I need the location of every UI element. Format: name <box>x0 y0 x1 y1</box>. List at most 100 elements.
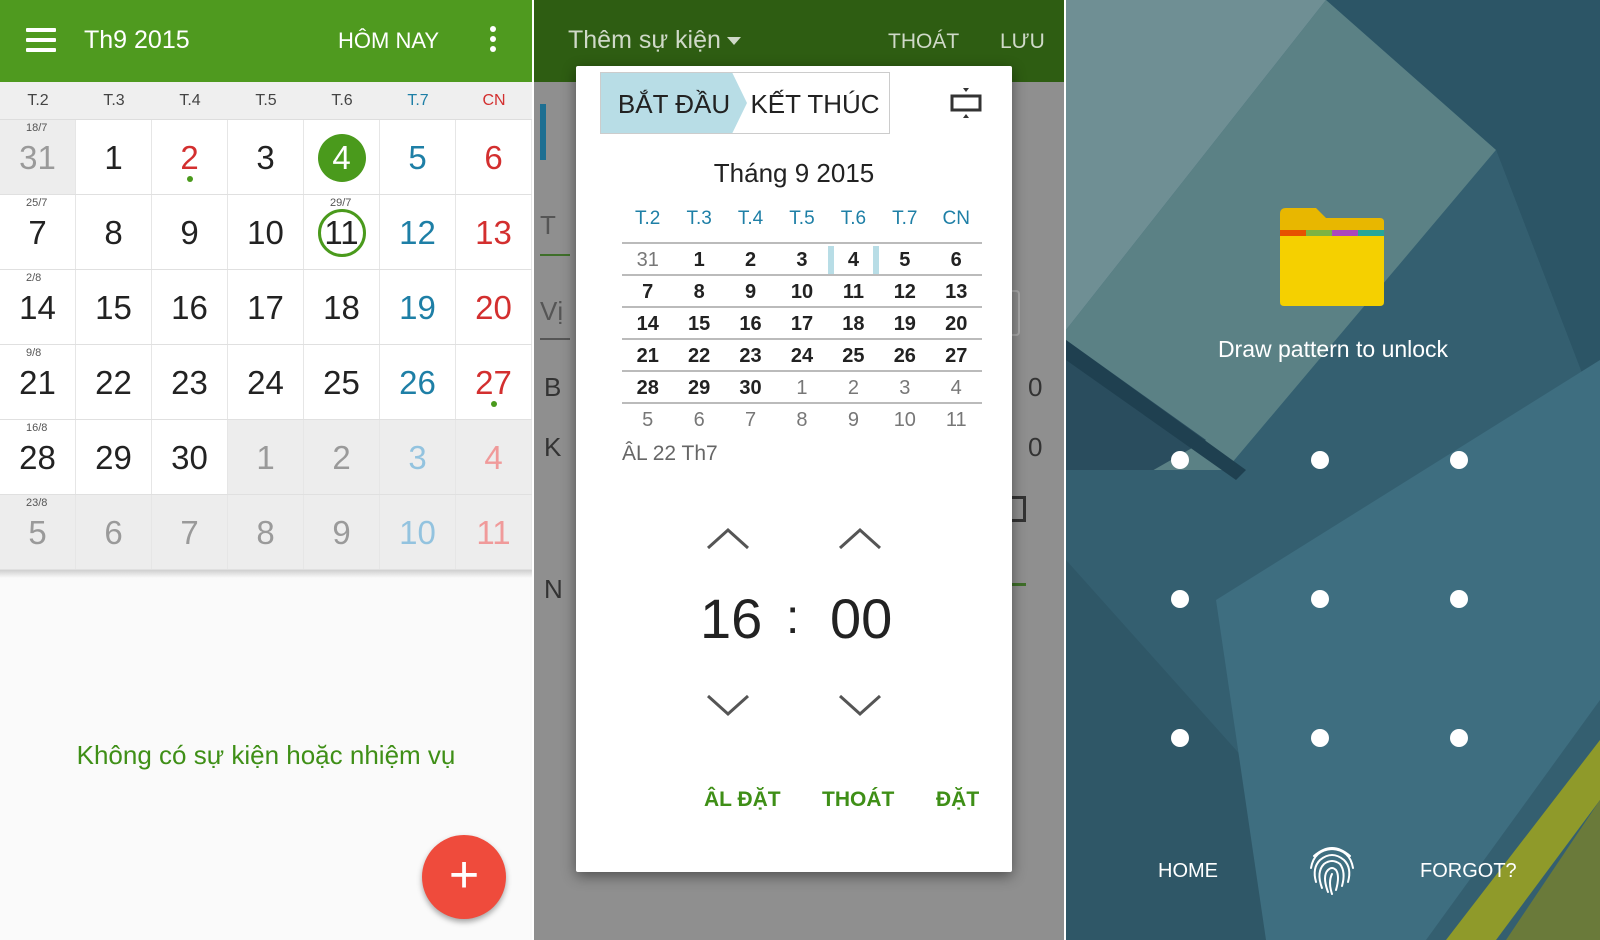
picker-day[interactable]: 22 <box>673 340 724 370</box>
day-cell[interactable]: 9 <box>152 195 228 269</box>
day-cell[interactable]: 8 <box>76 195 152 269</box>
day-cell[interactable]: 2 <box>152 120 228 194</box>
picker-day[interactable]: 21 <box>622 340 673 370</box>
day-cell[interactable]: 23 <box>152 345 228 419</box>
dialog-cancel-button[interactable]: THOÁT <box>822 788 894 812</box>
minute-up-icon[interactable] <box>838 526 882 552</box>
pattern-dot-2[interactable] <box>1311 451 1329 469</box>
picker-day[interactable]: 18 <box>828 308 879 338</box>
pattern-dot-9[interactable] <box>1450 729 1468 747</box>
hour-down-icon[interactable] <box>706 692 750 718</box>
add-event-button[interactable]: + <box>422 835 506 919</box>
event-type-dropdown[interactable]: Thêm sự kiện <box>568 26 741 55</box>
picker-day[interactable]: 3 <box>776 244 827 274</box>
day-cell[interactable]: 10 <box>228 195 304 269</box>
day-cell[interactable]: 30 <box>152 420 228 494</box>
day-cell[interactable]: 6 <box>456 120 532 194</box>
picker-day[interactable]: 11 <box>931 404 982 436</box>
pattern-dot-5[interactable] <box>1311 590 1329 608</box>
day-cell[interactable]: 15 <box>76 270 152 344</box>
day-cell[interactable]: 5 <box>380 120 456 194</box>
day-cell[interactable]: 17 <box>228 270 304 344</box>
day-cell[interactable]: 3 <box>380 420 456 494</box>
pattern-dot-7[interactable] <box>1171 729 1189 747</box>
today-button[interactable]: HÔM NAY <box>338 28 439 54</box>
more-options-icon[interactable] <box>488 26 498 56</box>
day-cell[interactable]: 11 <box>456 495 532 569</box>
picker-day[interactable]: 11 <box>828 276 879 306</box>
picker-day[interactable]: 5 <box>879 244 930 274</box>
day-cell[interactable]: 4 <box>456 420 532 494</box>
picker-day[interactable]: 5 <box>622 404 673 436</box>
day-cell[interactable]: 7 <box>152 495 228 569</box>
hour-value[interactable]: 16 <box>700 586 762 651</box>
picker-day[interactable]: 29 <box>673 372 724 402</box>
picker-day[interactable]: 8 <box>673 276 724 306</box>
day-cell[interactable]: 6 <box>76 495 152 569</box>
picker-day[interactable]: 2 <box>828 372 879 402</box>
exit-button[interactable]: THOÁT <box>888 30 959 54</box>
day-cell[interactable]: 29/7 11 <box>304 195 380 269</box>
hour-up-icon[interactable] <box>706 526 750 552</box>
picker-day[interactable]: 7 <box>622 276 673 306</box>
day-cell[interactable]: 18/7 31 <box>0 120 76 194</box>
pattern-dot-3[interactable] <box>1450 451 1468 469</box>
day-cell[interactable]: 1 <box>228 420 304 494</box>
day-cell[interactable]: 4 <box>304 120 380 194</box>
picker-day[interactable]: 1 <box>673 244 724 274</box>
fingerprint-icon[interactable] <box>1306 842 1358 896</box>
tab-end[interactable]: KẾT THÚC <box>741 73 889 133</box>
day-cell[interactable]: 2 <box>304 420 380 494</box>
day-cell[interactable]: 9/8 21 <box>0 345 76 419</box>
day-cell[interactable]: 27 <box>456 345 532 419</box>
picker-day[interactable]: 10 <box>879 404 930 436</box>
picker-day[interactable]: 24 <box>776 340 827 370</box>
picker-day[interactable]: 16 <box>725 308 776 338</box>
day-cell[interactable]: 10 <box>380 495 456 569</box>
day-cell[interactable]: 29 <box>76 420 152 494</box>
calendar-month-title[interactable]: Th9 2015 <box>84 26 190 55</box>
minute-value[interactable]: 00 <box>830 586 892 651</box>
day-cell[interactable]: 26 <box>380 345 456 419</box>
forgot-pattern-button[interactable]: FORGOT? <box>1420 860 1517 883</box>
day-cell[interactable]: 12 <box>380 195 456 269</box>
picker-day[interactable]: 27 <box>931 340 982 370</box>
picker-day[interactable]: 23 <box>725 340 776 370</box>
picker-day[interactable]: 26 <box>879 340 930 370</box>
pattern-dot-1[interactable] <box>1171 451 1189 469</box>
picker-day[interactable]: 31 <box>622 244 673 274</box>
day-cell[interactable]: 13 <box>456 195 532 269</box>
dialog-set-button[interactable]: ĐẶT <box>936 788 979 812</box>
day-cell[interactable]: 19 <box>380 270 456 344</box>
picker-day[interactable]: 15 <box>673 308 724 338</box>
day-cell[interactable]: 20 <box>456 270 532 344</box>
minute-down-icon[interactable] <box>838 692 882 718</box>
picker-day[interactable]: 9 <box>725 276 776 306</box>
picker-day[interactable]: 1 <box>776 372 827 402</box>
picker-day[interactable]: 17 <box>776 308 827 338</box>
tab-start[interactable]: BẮT ĐẦU <box>601 73 747 133</box>
home-button[interactable]: HOME <box>1158 860 1218 883</box>
collapse-calendar-icon[interactable] <box>950 86 982 120</box>
day-cell[interactable]: 1 <box>76 120 152 194</box>
picker-day[interactable]: 28 <box>622 372 673 402</box>
picker-day[interactable]: 7 <box>725 404 776 436</box>
picker-day[interactable]: 8 <box>776 404 827 436</box>
picker-day[interactable]: 12 <box>879 276 930 306</box>
picker-day[interactable]: 2 <box>725 244 776 274</box>
day-cell[interactable]: 25 <box>304 345 380 419</box>
day-cell[interactable]: 22 <box>76 345 152 419</box>
picker-day[interactable]: 6 <box>931 244 982 274</box>
picker-day[interactable]: 6 <box>673 404 724 436</box>
picker-day[interactable]: 10 <box>776 276 827 306</box>
lunar-set-button[interactable]: ÂL ĐẶT <box>704 788 781 812</box>
picker-day[interactable]: 30 <box>725 372 776 402</box>
day-cell[interactable]: 18 <box>304 270 380 344</box>
picker-day[interactable]: 19 <box>879 308 930 338</box>
pattern-dot-8[interactable] <box>1311 729 1329 747</box>
pattern-dot-4[interactable] <box>1171 590 1189 608</box>
picker-day[interactable]: 3 <box>879 372 930 402</box>
save-button[interactable]: LƯU <box>1000 30 1045 54</box>
pattern-dot-6[interactable] <box>1450 590 1468 608</box>
day-cell[interactable]: 16 <box>152 270 228 344</box>
